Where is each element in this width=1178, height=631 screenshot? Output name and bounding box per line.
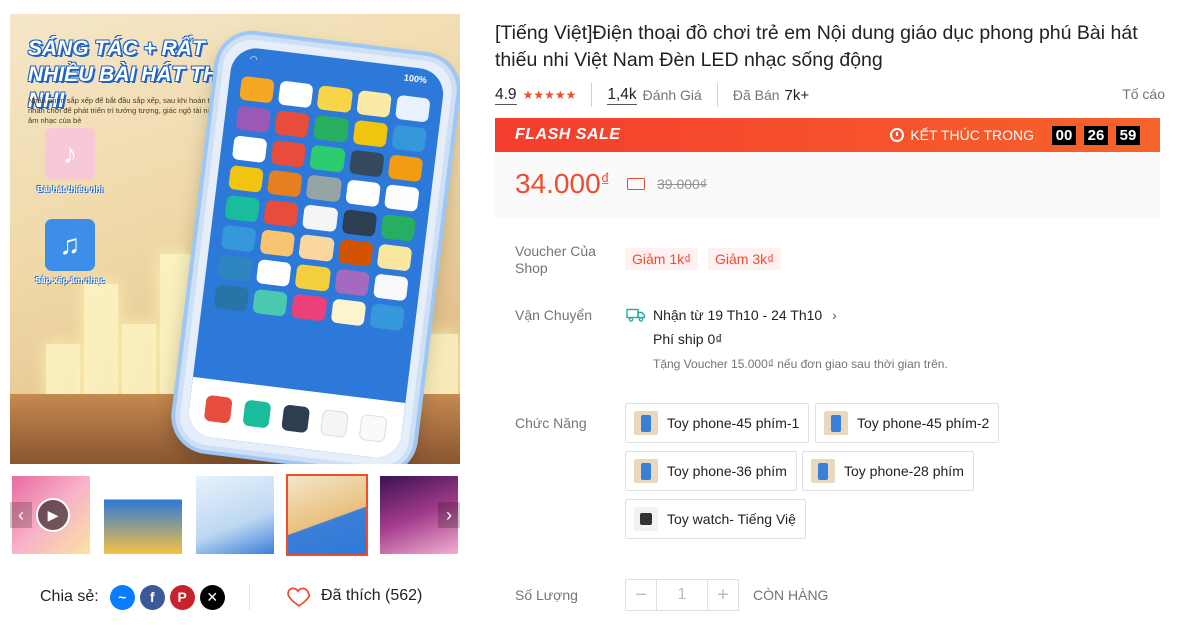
chevron-right-icon: › <box>832 307 837 323</box>
price-tag-icon <box>627 178 645 190</box>
report-link[interactable]: Tố cáo <box>1122 86 1165 102</box>
shipping-note: Tặng Voucher 15.000₫ nếu đơn giao sau th… <box>653 357 948 371</box>
variant-option[interactable]: Toy phone-36 phím <box>625 451 797 491</box>
music-arrange-icon: ♫ <box>45 219 95 271</box>
quantity-decrease-button[interactable]: − <box>625 579 657 611</box>
variant-thumbnail <box>811 459 835 483</box>
phone-dock <box>185 376 406 461</box>
sold-label: Đã Bán <box>732 87 780 103</box>
variant-thumbnail <box>634 507 658 531</box>
feature-music-arrange: ♫ Sắp xếp âm nhạc <box>30 219 110 285</box>
rating-value[interactable]: 4.9 <box>495 86 517 105</box>
quantity-increase-button[interactable]: + <box>707 579 739 611</box>
reviews-count[interactable]: 1,4k <box>607 86 637 105</box>
feature-kids-songs: ♪ Bài hát thiếu nhi <box>30 128 110 194</box>
flash-sale-banner: FLASH SALE KẾT THÚC TRONG 00 26 59 <box>495 118 1160 152</box>
flash-ends-label: KẾT THÚC TRONG <box>910 127 1034 143</box>
toy-phone-illustration: ◠ 100% <box>171 30 460 464</box>
main-product-image[interactable]: SÁNG TÁC + RẤT NHIỀU BÀI HÁT THIẾU NHI N… <box>10 14 460 464</box>
timer-hours: 00 <box>1052 125 1076 145</box>
pinterest-icon[interactable]: P <box>169 584 195 610</box>
variant-thumbnail <box>824 411 848 435</box>
stock-status: CÒN HÀNG <box>753 587 829 603</box>
variant-option[interactable]: Toy phone-45 phím-1 <box>625 403 810 443</box>
thumbnail-strip: ▶ ‹ › <box>10 474 460 556</box>
quantity-label: Số Lượng <box>515 587 578 603</box>
divider <box>249 584 250 610</box>
rating-stats: 4.9 ★★★★★ 1,4k Đánh Giá Đã Bán 7k+ <box>495 83 1155 107</box>
clock-icon <box>890 128 905 142</box>
thumbnail-promo[interactable] <box>102 474 184 556</box>
facebook-icon[interactable]: f <box>139 584 165 610</box>
shipping-fee: Phí ship 0₫ <box>653 331 723 347</box>
original-price: 39.000₫ <box>657 176 708 192</box>
current-price: 34.000₫ <box>515 168 610 199</box>
price-box: 34.000₫ 39.000₫ <box>495 152 1160 218</box>
variant-option[interactable]: Toy phone-45 phím-2 <box>815 403 1000 443</box>
messenger-icon[interactable]: ~ <box>109 584 135 610</box>
variant-option[interactable]: Toy watch- Tiếng Việ <box>625 499 806 539</box>
thumbnail-phone-white[interactable] <box>194 474 276 556</box>
variant-thumbnail <box>634 459 658 483</box>
product-title: [Tiếng Việt]Điện thoại đồ chơi trẻ em Nộ… <box>495 22 1138 71</box>
delivery-estimate[interactable]: Nhận từ 19 Th10 - 24 Th10 › <box>653 307 837 323</box>
variant-thumbnail <box>634 411 658 435</box>
flash-sale-logo: FLASH SALE <box>515 126 621 143</box>
x-icon[interactable]: ✕ <box>199 584 225 610</box>
phone-app-grid <box>201 68 443 338</box>
share-label: Chia sẻ: <box>40 588 99 605</box>
star-rating-icon: ★★★★★ <box>522 88 577 102</box>
voucher-chip[interactable]: Giảm 3k₫ <box>708 248 782 270</box>
voucher-label: Voucher Của Shop <box>515 243 596 276</box>
thumbnail-phone-orange[interactable] <box>286 474 368 556</box>
like-count: Đã thích (562) <box>321 587 423 604</box>
chevron-right-icon[interactable]: › <box>438 502 460 528</box>
truck-icon <box>626 308 646 322</box>
variant-label: Chức Năng <box>515 415 587 431</box>
shipping-label: Vận Chuyển <box>515 307 593 323</box>
voucher-chip[interactable]: Giảm 1k₫ <box>625 248 699 270</box>
sold-count: 7k+ <box>784 86 810 104</box>
wifi-icon: ◠ <box>249 53 258 65</box>
quantity-input[interactable]: 1 <box>657 579 707 611</box>
battery-indicator: 100% <box>403 72 428 86</box>
play-icon[interactable]: ▶ <box>36 498 70 532</box>
timer-seconds: 59 <box>1116 125 1140 145</box>
share-row: Chia sẻ: ~ f P ✕ <box>40 582 225 612</box>
heart-icon <box>287 587 311 607</box>
variant-option[interactable]: Toy phone-28 phím <box>802 451 974 491</box>
timer-minutes: 26 <box>1084 125 1108 145</box>
promo-subcopy: Nhấn phím sắp xếp để bắt đầu sắp xếp, sa… <box>28 96 227 125</box>
chevron-left-icon[interactable]: ‹ <box>10 502 32 528</box>
like-button[interactable]: Đã thích (562) <box>286 583 422 609</box>
reviews-label: Đánh Giá <box>642 87 702 103</box>
quantity-stepper: − 1 + <box>625 579 739 611</box>
kids-songs-icon: ♪ <box>45 128 95 180</box>
